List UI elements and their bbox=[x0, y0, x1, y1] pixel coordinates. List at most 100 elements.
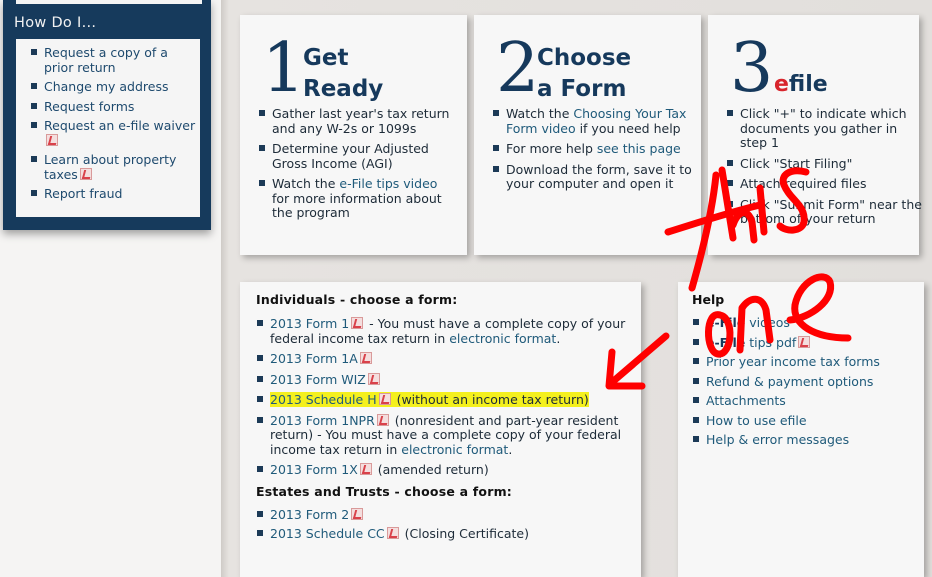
pdf-icon[interactable] bbox=[351, 317, 364, 329]
electronic-format-link[interactable]: electronic format bbox=[401, 442, 508, 457]
sidebar-item-link[interactable]: Change my address bbox=[44, 79, 169, 94]
help-link-label: tips pdf bbox=[745, 334, 797, 350]
sidebar-item[interactable]: Learn about property taxes bbox=[30, 152, 200, 182]
sidebar-item[interactable]: Request forms bbox=[30, 99, 200, 115]
efile-logo: efile bbox=[774, 69, 828, 100]
pdf-icon[interactable] bbox=[359, 463, 372, 475]
bullet-text: Watch the bbox=[272, 176, 340, 191]
sidebar-item-link[interactable]: Request forms bbox=[44, 99, 134, 114]
help-item[interactable]: e-File tips pdf bbox=[692, 335, 924, 351]
bullet-link[interactable]: see this page bbox=[597, 141, 681, 156]
pdf-icon[interactable] bbox=[351, 507, 364, 520]
step-title-line2: a Form bbox=[537, 76, 627, 102]
sidebar-item[interactable]: Change my address bbox=[30, 79, 200, 95]
form-link[interactable]: 2013 Form 1A bbox=[270, 351, 358, 366]
form-link[interactable]: 2013 Form WIZ bbox=[270, 372, 366, 387]
help-item[interactable]: Help & error messages bbox=[692, 432, 924, 448]
step-title: Choose a Form bbox=[537, 43, 631, 105]
bullet-text: Click "+" to indicate which documents yo… bbox=[740, 106, 907, 150]
sidebar-item-link[interactable]: Request an e-file waiver bbox=[44, 118, 195, 133]
form-item: 2013 Schedule CC (Closing Certificate) bbox=[256, 526, 626, 542]
step-bullet: For more help see this page bbox=[492, 141, 692, 157]
step-title-line2: Ready bbox=[303, 76, 384, 102]
form-note-end: . bbox=[556, 330, 561, 346]
help-link[interactable]: Prior year income tax forms bbox=[706, 354, 880, 369]
pdf-icon[interactable] bbox=[798, 335, 811, 348]
bullet-link[interactable]: e-File tips video bbox=[339, 176, 437, 191]
help-item[interactable]: Prior year income tax forms bbox=[692, 354, 924, 370]
pdf-icon[interactable] bbox=[376, 413, 389, 426]
individuals-heading: Individuals - choose a form: bbox=[256, 292, 458, 307]
help-panel: Help e-File videos e-File tips pdf Prior y… bbox=[678, 282, 924, 577]
help-link-label: Refund & payment options bbox=[706, 373, 874, 389]
step-1-list: Gather last year's tax return and any W-… bbox=[258, 106, 458, 227]
form-link[interactable]: 2013 Form 1NPR bbox=[270, 413, 375, 428]
help-link-label: Prior year income tax forms bbox=[706, 354, 880, 369]
individuals-form-list: 2013 Form 1 - You must have a complete c… bbox=[256, 316, 641, 478]
bullet-text: Attach required files bbox=[740, 176, 867, 191]
pdf-icon[interactable] bbox=[79, 167, 92, 180]
sidebar-list: Request a copy of a prior return Change m… bbox=[30, 45, 200, 202]
how-do-i-sidebar: How Do I... Request a copy of a prior re… bbox=[3, 0, 211, 230]
bullet-text: Download the form, save it to your compu… bbox=[506, 161, 692, 191]
help-link[interactable]: How to use efile bbox=[706, 413, 807, 428]
form-item-content: 2013 Form 1NPR (nonresident and part-yea… bbox=[270, 413, 621, 457]
bullet-text: Gather last year's tax return and any W-… bbox=[272, 106, 450, 136]
help-link-label: Attachments bbox=[706, 393, 786, 408]
estates-form-list: 2013 Form 2 2013 Schedule CC (Closing Cer… bbox=[256, 507, 641, 542]
highlighted-form: 2013 Schedule H (without an income tax r… bbox=[270, 392, 589, 407]
form-item: 2013 Form 1NPR (nonresident and part-yea… bbox=[256, 413, 626, 458]
sidebar-item-link[interactable]: Request a copy of a prior return bbox=[44, 45, 168, 75]
bullet-text: Watch the bbox=[506, 106, 574, 121]
sidebar-item[interactable]: Request an e-file waiver bbox=[30, 118, 200, 148]
form-item-content: 2013 Form 1X (amended return) bbox=[270, 462, 489, 477]
help-link-label: Help & error messages bbox=[706, 432, 850, 447]
step-bullet: Click "+" to indicate which documents yo… bbox=[726, 106, 926, 151]
form-item: 2013 Form 1X (amended return) bbox=[256, 462, 626, 478]
help-link[interactable]: Help & error messages bbox=[706, 432, 849, 447]
step-bullet: Determine your Adjusted Gross Income (AG… bbox=[258, 141, 458, 171]
sidebar-list-box: Request a copy of a prior return Change m… bbox=[16, 39, 200, 217]
help-item[interactable]: e-File videos bbox=[692, 315, 924, 331]
form-link[interactable]: 2013 Form 1 bbox=[270, 316, 349, 331]
form-item: 2013 Form 1 - You must have a complete c… bbox=[256, 316, 626, 346]
pdf-icon[interactable] bbox=[46, 133, 58, 146]
bullet-text: For more help bbox=[506, 141, 597, 156]
form-note: (Closing Certificate) bbox=[400, 526, 529, 541]
form-link[interactable]: 2013 Schedule H bbox=[270, 392, 377, 407]
help-link[interactable]: Refund & payment options bbox=[706, 374, 873, 389]
sidebar-item[interactable]: Report fraud bbox=[30, 186, 200, 202]
step-2-card: 2 Choose a Form Watch the Choosing Your … bbox=[474, 15, 701, 255]
pdf-icon[interactable] bbox=[359, 352, 372, 364]
estates-heading: Estates and Trusts - choose a form: bbox=[256, 483, 512, 499]
form-item-content: 2013 Form 1A bbox=[270, 351, 374, 366]
form-link[interactable]: 2013 Schedule CC bbox=[270, 526, 385, 541]
help-link-bold: e-File bbox=[706, 334, 746, 350]
electronic-format-link[interactable]: electronic format bbox=[449, 331, 556, 346]
help-heading: Help bbox=[692, 292, 725, 307]
help-link[interactable]: Attachments bbox=[706, 393, 786, 408]
help-link[interactable]: e-File tips pdf bbox=[706, 335, 796, 350]
sidebar-item[interactable]: Request a copy of a prior return bbox=[30, 45, 200, 75]
pdf-icon[interactable] bbox=[367, 372, 380, 385]
form-link[interactable]: 2013 Form 2 bbox=[270, 507, 349, 522]
form-item-content: 2013 Form WIZ bbox=[270, 372, 382, 387]
pdf-icon[interactable] bbox=[378, 393, 391, 405]
efile-logo-rest: file bbox=[788, 72, 828, 97]
bullet-text: Determine your Adjusted Gross Income (AG… bbox=[272, 141, 429, 171]
step-title: Get Ready bbox=[303, 43, 383, 105]
sidebar-item-link[interactable]: Learn about property taxes bbox=[44, 152, 176, 182]
step-3-list: Click "+" to indicate which documents yo… bbox=[726, 106, 926, 233]
help-item[interactable]: Attachments bbox=[692, 393, 924, 409]
efile-logo-e: e bbox=[774, 72, 789, 97]
step-3-card: 3 efile Click "+" to indicate which docu… bbox=[708, 15, 922, 255]
pdf-icon[interactable] bbox=[386, 527, 399, 539]
form-item: 2013 Form WIZ bbox=[256, 372, 626, 388]
sidebar-item-link[interactable]: Report fraud bbox=[44, 186, 122, 201]
help-link-bold: e-File bbox=[706, 315, 746, 330]
help-item[interactable]: How to use efile bbox=[692, 413, 924, 429]
form-link[interactable]: 2013 Form 1X bbox=[270, 462, 358, 477]
help-item[interactable]: Refund & payment options bbox=[692, 374, 924, 390]
help-link[interactable]: e-File videos bbox=[706, 315, 790, 330]
step-bullet: Watch the Choosing Your Tax Form video i… bbox=[492, 106, 692, 136]
